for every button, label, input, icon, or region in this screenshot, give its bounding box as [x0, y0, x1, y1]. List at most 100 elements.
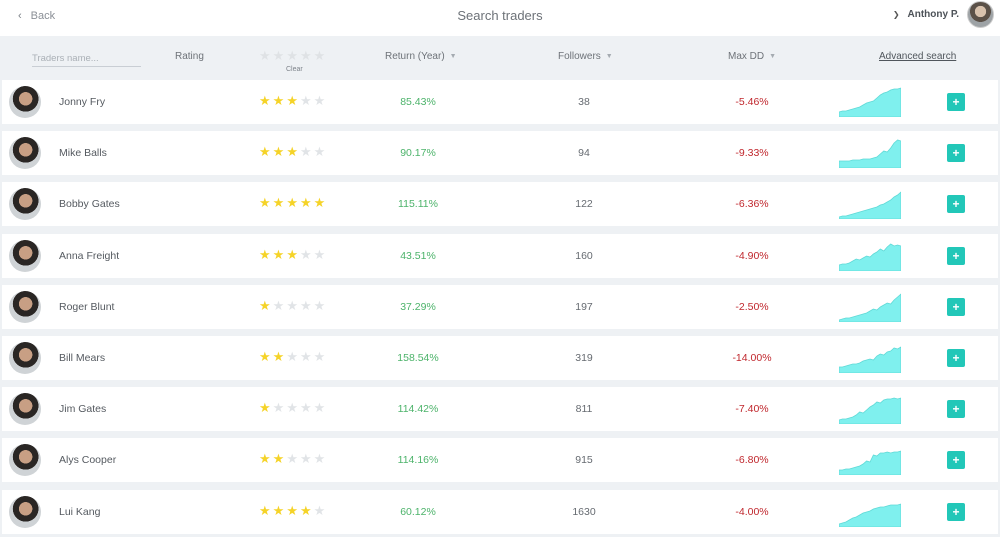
star-icon: ★	[299, 348, 312, 364]
sparkline-area	[839, 503, 901, 527]
trader-avatar[interactable]	[9, 393, 41, 426]
star-icon[interactable]: ★	[273, 49, 285, 62]
trader-avatar[interactable]	[9, 86, 41, 118]
star-icon: ★	[286, 93, 298, 108]
trader-row[interactable]: Bobby Gates ★ ★ ★ ★ ★ 115.11% 122 -6.36% +	[2, 182, 998, 227]
trader-avatar[interactable]	[9, 239, 41, 272]
star-icon: ★	[272, 195, 285, 211]
trader-max-dd: -5.46%	[735, 96, 769, 108]
trader-rating: ★ ★ ★ ★ ★	[259, 452, 325, 466]
trader-name[interactable]: Roger Blunt	[59, 301, 114, 313]
trader-row[interactable]: Jim Gates ★ ★ ★ ★ ★ 114.42% 811 -7.40% +	[2, 387, 998, 432]
return-sort-header[interactable]: Return (Year) ▼	[385, 51, 457, 62]
star-icon: ★	[259, 93, 271, 108]
chevron-down-icon: ❯	[892, 10, 900, 19]
trader-followers: 915	[575, 454, 593, 467]
performance-sparkline	[839, 293, 901, 322]
traders-list: Jonny Fry ★ ★ ★ ★ ★ 85.43% 38 -5.46% + Mike …	[2, 80, 998, 537]
trader-max-dd: -7.40%	[735, 403, 769, 416]
sort-down-icon: ▼	[449, 53, 457, 60]
trader-return: 60.12%	[400, 505, 436, 518]
star-icon: ★	[313, 297, 326, 313]
maxdd-sort-header[interactable]: Max DD ▼	[728, 51, 776, 62]
trader-rating: ★ ★ ★ ★ ★	[259, 502, 325, 518]
user-avatar[interactable]	[967, 1, 994, 28]
star-icon: ★	[272, 400, 285, 416]
trader-avatar[interactable]	[9, 444, 41, 477]
trader-rating: ★ ★ ★ ★ ★	[259, 94, 325, 108]
rating-filter[interactable]: ★ ★ ★ ★ ★ Clear	[259, 49, 331, 73]
followers-sort-header[interactable]: Followers ▼	[558, 51, 613, 62]
star-icon: ★	[259, 502, 271, 518]
advanced-search-link[interactable]: Advanced search	[879, 51, 956, 62]
star-icon: ★	[259, 348, 271, 364]
trader-name[interactable]: Mike Balls	[59, 147, 107, 159]
trader-return: 114.42%	[397, 403, 439, 416]
star-icon: ★	[286, 297, 298, 313]
trader-avatar[interactable]	[9, 137, 41, 170]
trader-avatar[interactable]	[9, 341, 41, 374]
trader-followers: 94	[578, 147, 590, 160]
star-icon[interactable]: ★	[259, 49, 271, 62]
follow-trader-button[interactable]: +	[947, 502, 965, 521]
trader-max-dd: -9.33%	[735, 147, 769, 160]
follow-trader-button[interactable]: +	[947, 246, 965, 265]
follow-trader-button[interactable]: +	[947, 144, 965, 163]
sparkline-area	[839, 139, 901, 169]
trader-followers: 811	[575, 403, 593, 416]
trader-name[interactable]: Alys Cooper	[59, 454, 116, 466]
follow-trader-button[interactable]: +	[947, 348, 965, 367]
follow-trader-button[interactable]: +	[947, 195, 965, 214]
sparkline-area	[839, 87, 901, 117]
plus-icon: +	[952, 402, 960, 417]
trader-row[interactable]: Anna Freight ★ ★ ★ ★ ★ 43.51% 160 -4.90% +	[2, 233, 998, 278]
follow-trader-button[interactable]: +	[947, 297, 965, 316]
trader-name[interactable]: Anna Freight	[59, 250, 119, 262]
trader-return: 115.11%	[398, 198, 438, 211]
plus-icon: +	[952, 299, 960, 314]
trader-name[interactable]: Lui Kang	[59, 506, 100, 518]
star-icon: ★	[299, 144, 312, 160]
follow-trader-button[interactable]: +	[947, 93, 965, 111]
trader-row[interactable]: Mike Balls ★ ★ ★ ★ ★ 90.17% 94 -9.33% +	[2, 131, 998, 176]
trader-name[interactable]: Jonny Fry	[59, 96, 105, 108]
trader-row[interactable]: Roger Blunt ★ ★ ★ ★ ★ 37.29% 197 -2.50% +	[2, 284, 998, 329]
trader-row[interactable]: Bill Mears ★ ★ ★ ★ ★ 158.54% 319 -14.00% +	[2, 335, 998, 380]
trader-return: 37.29%	[400, 300, 436, 313]
trader-row[interactable]: Jonny Fry ★ ★ ★ ★ ★ 85.43% 38 -5.46% +	[2, 80, 998, 124]
trader-return: 43.51%	[400, 249, 436, 262]
star-icon[interactable]: ★	[300, 49, 312, 62]
trader-name[interactable]: Bobby Gates	[59, 198, 120, 210]
star-icon: ★	[259, 297, 271, 313]
star-icon: ★	[259, 451, 271, 467]
trader-row[interactable]: Alys Cooper ★ ★ ★ ★ ★ 114.16% 915 -6.80% +	[2, 438, 998, 483]
trader-followers: 160	[575, 249, 593, 262]
trader-rating: ★ ★ ★ ★ ★	[259, 401, 325, 415]
trader-row[interactable]: Lui Kang ★ ★ ★ ★ ★ 60.12% 1630 -4.00% +	[2, 489, 998, 534]
trader-name[interactable]: Bill Mears	[59, 352, 105, 364]
user-menu[interactable]: ❯ Anthony P.	[893, 1, 994, 28]
sparkline-area	[839, 397, 901, 425]
trader-avatar[interactable]	[9, 495, 41, 528]
performance-sparkline	[839, 191, 901, 220]
star-icon: ★	[272, 297, 285, 313]
performance-sparkline	[839, 139, 901, 169]
page-title: Search traders	[457, 8, 543, 23]
star-icon: ★	[286, 144, 298, 160]
trader-followers: 1630	[572, 505, 596, 518]
star-icon: ★	[299, 400, 312, 416]
star-icon: ★	[272, 144, 285, 160]
star-icon: ★	[313, 348, 326, 364]
trader-name[interactable]: Jim Gates	[59, 403, 106, 415]
trader-followers: 319	[575, 351, 593, 364]
trader-followers: 38	[578, 96, 590, 108]
follow-trader-button[interactable]: +	[947, 400, 965, 419]
trader-avatar[interactable]	[9, 290, 41, 323]
clear-rating-link[interactable]: Clear	[286, 66, 303, 73]
star-icon[interactable]: ★	[314, 49, 326, 62]
trader-avatar[interactable]	[9, 188, 41, 221]
sparkline-area	[839, 450, 901, 476]
star-icon[interactable]: ★	[286, 49, 298, 62]
trader-name-input[interactable]	[32, 50, 141, 67]
follow-trader-button[interactable]: +	[947, 451, 965, 470]
